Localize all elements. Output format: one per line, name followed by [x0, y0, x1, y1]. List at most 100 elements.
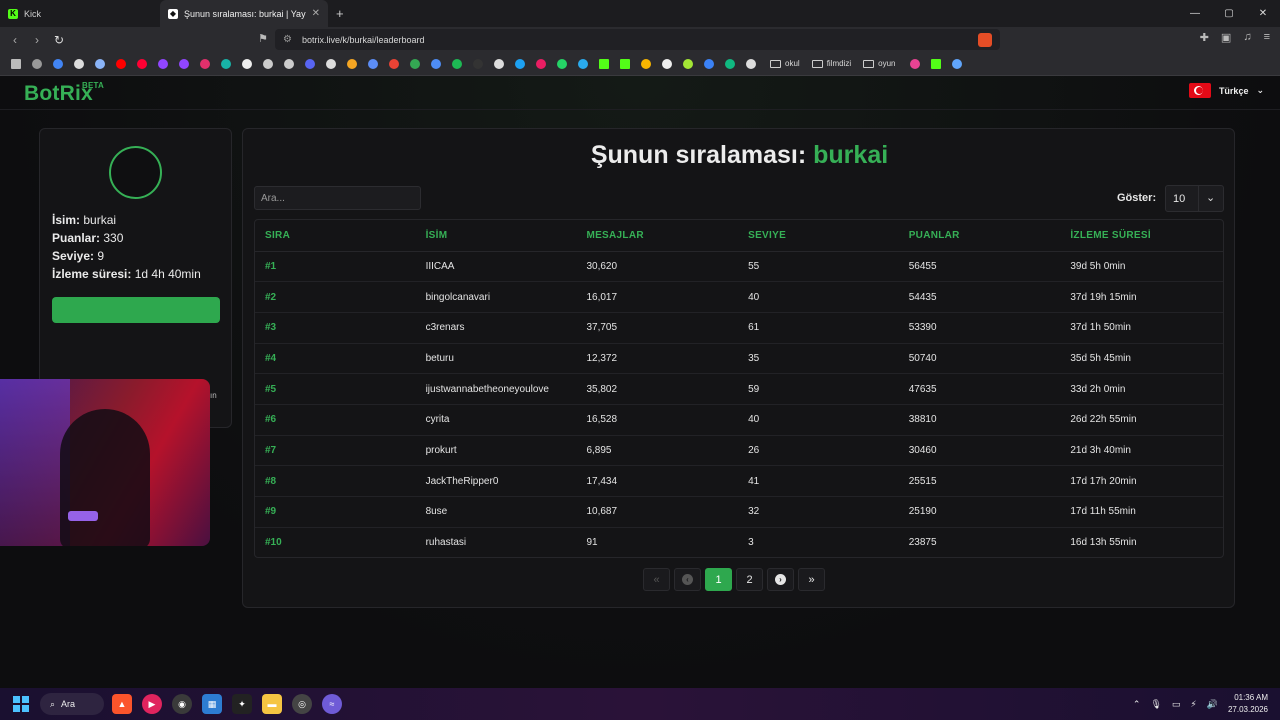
media-player-icon[interactable]: ▶ — [142, 694, 162, 714]
folder-icon — [863, 59, 875, 68]
github-icon[interactable] — [491, 56, 506, 71]
search-input[interactable] — [254, 186, 421, 210]
close-window-button[interactable]: ✕ — [1246, 0, 1280, 27]
bookmark-site-icon[interactable] — [533, 56, 548, 71]
column-header-messages[interactable]: MESAJLAR — [576, 220, 739, 252]
bookmark-site-icon[interactable] — [470, 56, 485, 71]
page-button-2[interactable]: 2 — [736, 568, 763, 591]
twitch-icon[interactable] — [155, 56, 170, 71]
brave-shield-icon[interactable] — [978, 32, 992, 47]
history-icon[interactable] — [29, 56, 44, 71]
gmail-icon[interactable] — [386, 56, 401, 71]
discord-icon[interactable] — [302, 56, 317, 71]
column-header-level[interactable]: SEVIYE — [738, 220, 899, 252]
url-field[interactable]: ⚙ botrix.live/k/burkai/leaderboard — [275, 29, 1000, 50]
x-icon[interactable] — [239, 56, 254, 71]
clock[interactable]: 01:36 AM 27.03.2026 — [1228, 692, 1268, 716]
maximize-button[interactable]: ▢ — [1212, 0, 1246, 27]
bookmark-site-icon[interactable] — [638, 56, 653, 71]
back-icon[interactable]: ‹ — [4, 33, 26, 47]
taskbar-search[interactable]: ⌕ Ara — [40, 693, 104, 715]
tab-leaderboard[interactable]: ◆ Şunun sıralaması: burkai | Yayınc ✕ — [160, 0, 328, 27]
profile-action-button[interactable] — [52, 297, 220, 323]
apps-icon[interactable] — [8, 56, 23, 71]
app-icon[interactable]: ✦ — [232, 694, 252, 714]
bookmark-site-icon[interactable] — [908, 56, 923, 71]
bookmark-site-icon[interactable] — [323, 56, 338, 71]
bookmark-site-icon[interactable] — [950, 56, 965, 71]
google-icon[interactable] — [50, 56, 65, 71]
botrix-logo[interactable]: BotRix BETA — [24, 81, 104, 106]
bookmark-site-icon[interactable] — [512, 56, 527, 71]
telegram-icon[interactable] — [575, 56, 590, 71]
table-row: #5 ijustwannabetheoneyoulove 35,802 59 47635… — [255, 373, 1223, 405]
avatar — [109, 146, 162, 199]
botrix-icon: ◆ — [168, 8, 178, 19]
page-button-1[interactable]: 1 — [705, 568, 732, 591]
tiktok-icon[interactable] — [260, 56, 275, 71]
bookmark-folder-okul[interactable]: okul — [770, 59, 800, 68]
watch-time-cell: 37d 19h 15min — [1060, 281, 1223, 313]
spotify-icon[interactable] — [449, 56, 464, 71]
bookmark-site-icon[interactable] — [722, 56, 737, 71]
bookmark-icon[interactable]: ⚑ — [258, 32, 268, 45]
kick-icon[interactable] — [596, 56, 611, 71]
network-icon[interactable]: ⚡ — [1190, 699, 1196, 710]
tiktok-icon[interactable] — [281, 56, 296, 71]
site-settings-icon[interactable]: ⚙ — [283, 34, 292, 45]
obs-icon[interactable]: ◎ — [292, 694, 312, 714]
messages-cell: 12,372 — [576, 343, 739, 375]
volume-icon[interactable]: 🔊 — [1207, 699, 1218, 710]
bookmark-site-icon[interactable] — [428, 56, 443, 71]
whatsapp-icon[interactable] — [554, 56, 569, 71]
bookmark-folder-oyun[interactable]: oyun — [863, 59, 896, 68]
microphone-icon[interactable]: 🎙 — [1150, 699, 1161, 710]
kick-icon[interactable] — [929, 56, 944, 71]
brave-icon[interactable]: ▲ — [112, 694, 132, 714]
instagram-icon[interactable] — [197, 56, 212, 71]
bookmark-site-icon[interactable] — [344, 56, 359, 71]
bookmark-site-icon[interactable] — [680, 56, 695, 71]
new-tab-button[interactable]: + — [336, 6, 344, 21]
language-selector[interactable]: Türkçe ⌄ — [1188, 83, 1264, 98]
tab-kick[interactable]: K Kick — [0, 0, 160, 27]
close-tab-icon[interactable]: ✕ — [312, 8, 320, 19]
media-icon[interactable]: ♫ — [1243, 31, 1251, 44]
windows-start-icon[interactable] — [13, 696, 29, 712]
twitch-icon[interactable] — [176, 56, 191, 71]
menu-icon[interactable]: ≡ — [1264, 31, 1270, 44]
gemini-icon[interactable] — [92, 56, 107, 71]
last-page-button[interactable]: » — [798, 568, 825, 591]
kick-icon[interactable] — [617, 56, 632, 71]
minimize-button[interactable]: — — [1178, 0, 1212, 27]
display-icon[interactable]: ▭ — [1172, 699, 1181, 710]
column-header-rank[interactable]: SIRA — [255, 220, 416, 252]
drive-icon[interactable] — [407, 56, 422, 71]
steam-icon[interactable]: ◉ — [172, 694, 192, 714]
chevron-up-icon[interactable]: ⌃ — [1133, 699, 1141, 710]
column-header-points[interactable]: PUANLAR — [898, 220, 1061, 252]
bookmark-site-icon[interactable] — [701, 56, 716, 71]
bookmark-site-icon[interactable] — [743, 56, 758, 71]
bookmark-folder-filmdizi[interactable]: filmdizi — [811, 59, 851, 68]
bookmark-site-icon[interactable] — [365, 56, 380, 71]
column-header-name[interactable]: İSİM — [415, 220, 577, 252]
prev-page-button[interactable]: ‹ — [674, 568, 701, 591]
file-explorer-icon[interactable]: ▬ — [262, 694, 282, 714]
next-page-button[interactable]: › — [767, 568, 794, 591]
column-header-watch-time[interactable]: İZLEME SÜRESİ — [1060, 220, 1223, 252]
photos-icon[interactable]: ▦ — [202, 694, 222, 714]
forward-icon[interactable]: › — [26, 33, 48, 47]
youtube-icon[interactable] — [113, 56, 128, 71]
reload-icon[interactable]: ↻ — [48, 33, 70, 47]
sidebar-icon[interactable]: ▣ — [1221, 31, 1231, 44]
bookmark-site-icon[interactable] — [218, 56, 233, 71]
page-size-select[interactable]: 10 ⌄ — [1165, 185, 1224, 212]
app-icon[interactable]: ≈ — [322, 694, 342, 714]
bookmark-site-icon[interactable] — [659, 56, 674, 71]
extensions-icon[interactable]: ✚ — [1200, 31, 1209, 44]
first-page-button[interactable]: « — [643, 568, 670, 591]
youtube-music-icon[interactable] — [134, 56, 149, 71]
bookmark-site-icon[interactable] — [71, 56, 86, 71]
level-cell: 59 — [738, 373, 899, 405]
